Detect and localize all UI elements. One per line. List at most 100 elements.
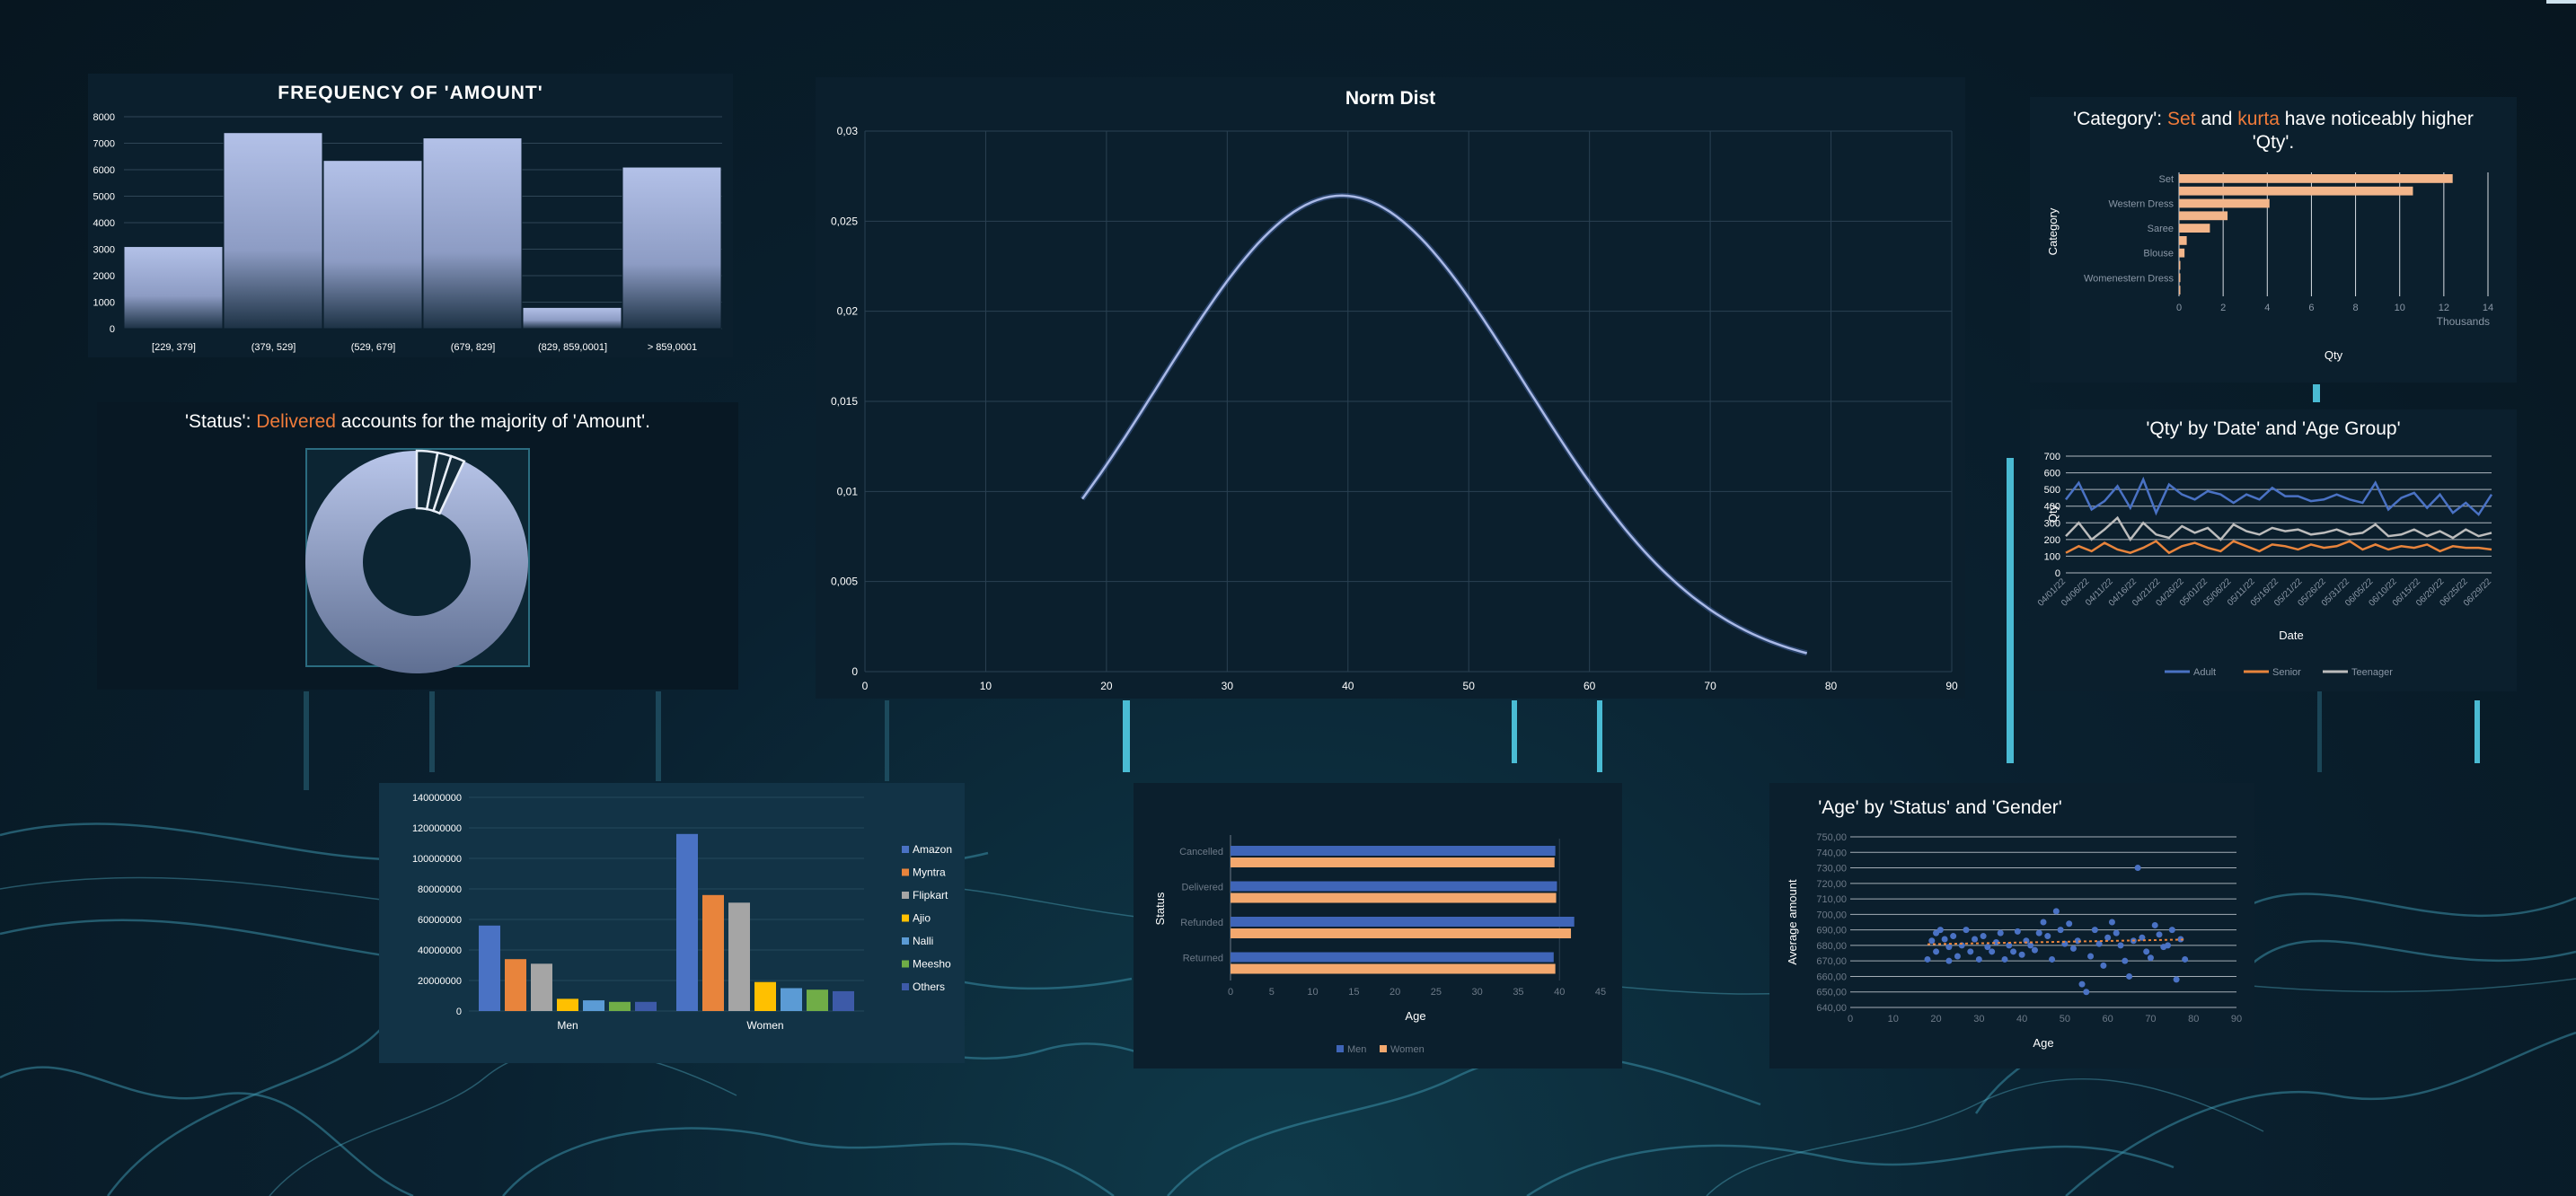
platform-ytick-label: 60000000	[418, 915, 462, 926]
regression-point	[1954, 953, 1961, 960]
category-bar	[2179, 198, 2270, 208]
normdist-xtick-label: 10	[980, 680, 992, 692]
regression-point	[2018, 951, 2025, 958]
regression-point	[2173, 976, 2180, 983]
category-bar	[2179, 186, 2413, 196]
regression-point	[2040, 919, 2047, 926]
regression-trendline	[1927, 938, 2185, 945]
freq-ytick-label: 6000	[93, 165, 115, 176]
regression-point	[1972, 936, 1979, 943]
qty-legend-label: Adult	[2193, 667, 2216, 678]
status-chart-panel: 'Status': Delivered accounts for the maj…	[97, 402, 738, 690]
platform-legend-swatch	[902, 868, 909, 876]
regression-xtick-label: 70	[2145, 1014, 2156, 1025]
regression-point	[2052, 908, 2060, 915]
normdist-ytick-label: 0	[851, 665, 858, 678]
regression-point	[2100, 962, 2107, 969]
qty-series-line	[2065, 476, 2493, 516]
age-legend-label: Women	[1390, 1044, 1425, 1055]
freq-bar	[223, 132, 323, 330]
category-ytick-label: Saree	[2148, 224, 2174, 234]
platform-bar	[609, 1001, 631, 1011]
qty-xaxis-title: Date	[2279, 629, 2303, 642]
regression-point	[1975, 955, 1982, 963]
platform-ytick-label: 40000000	[418, 945, 462, 956]
category-xtick-label: 12	[2439, 303, 2449, 313]
regression-ytick-label: 700,00	[1816, 910, 1847, 920]
freq-ytick-label: 7000	[93, 139, 115, 150]
regression-chart: 640,00 650,00 660,00 670,00 680,00 690,00 700,…	[1786, 832, 2242, 1050]
regression-ytick-label: 750,00	[1816, 832, 1847, 843]
frequency-chart: 0 1000 2000 3000 4000 5000 6000 7000 8000 [229, 3…	[93, 112, 722, 353]
platform-bar	[676, 833, 698, 1011]
regression-point	[2044, 933, 2051, 940]
platform-bar	[807, 989, 828, 1011]
platform-bar	[531, 963, 552, 1011]
age-xtick-label: 5	[1269, 987, 1275, 998]
category-xtick-label: 6	[2308, 303, 2314, 313]
age-xtick-label: 45	[1595, 987, 1606, 998]
qty-date-chart-panel: 'Qty' by 'Date' and 'Age Group' 0 100 200 3…	[2030, 409, 2517, 691]
normdist-chart-panel: Norm Dist 0 10 20 30 40 50 60 70 80 90 0 0,005 0,01 0…	[816, 77, 1965, 699]
normdist-chart: 0 10 20 30 40 50 60 70 80 90 0 0,005 0,01 0,015 0,02 0,…	[831, 125, 1958, 692]
regression-point	[2126, 972, 2133, 980]
regression-point	[2108, 919, 2115, 926]
regression-point	[1928, 937, 1936, 945]
regression-ytick-label: 650,00	[1816, 988, 1847, 998]
age-bar	[1231, 846, 1556, 856]
age-xtick-label: 10	[1307, 987, 1318, 998]
age-bar	[1231, 928, 1572, 938]
platform-chart-panel: 0 20000000 40000000 60000000 80000000 1000000…	[379, 783, 965, 1063]
regression-point	[1945, 944, 1953, 951]
regression-ytick-label: 640,00	[1816, 1003, 1847, 1014]
platform-legend-swatch	[902, 914, 909, 922]
regression-point	[2168, 927, 2175, 934]
platform-legend-swatch	[902, 960, 909, 968]
freq-bar	[422, 137, 523, 330]
category-bar	[2179, 224, 2210, 233]
category-xtick-label: 14	[2483, 303, 2493, 313]
platform-bar	[479, 925, 500, 1011]
platform-bar	[728, 902, 750, 1011]
normdist-xtick-label: 90	[1945, 680, 1958, 692]
normdist-ytick-label: 0,015	[831, 395, 858, 408]
age-ytick-label: Delivered	[1182, 883, 1223, 893]
normdist-ytick-label: 0,02	[837, 305, 859, 318]
qty-date-chart: 010020030040050060070004/01/2204/06/2204…	[2036, 452, 2494, 678]
platform-ytick-label: 20000000	[418, 976, 462, 987]
age-bar	[1231, 857, 1555, 867]
platform-xtick-label: Men	[557, 1019, 578, 1032]
qty-ytick-label: 600	[2044, 469, 2060, 479]
age-xtick-label: 40	[1554, 987, 1565, 998]
regression-yaxis-title: Average amount	[1786, 879, 1799, 965]
platform-bar	[702, 894, 724, 1011]
category-bar	[2179, 248, 2185, 258]
freq-bar	[522, 306, 622, 330]
regression-point	[2104, 934, 2112, 941]
regression-point	[1924, 955, 1931, 963]
platform-legend-swatch	[902, 892, 909, 899]
platform-bar	[505, 959, 526, 1011]
category-ytick-label: Western Dress	[2108, 199, 2174, 210]
regression-point	[1989, 948, 1996, 955]
freq-xtick-label: > 859,0001	[648, 342, 697, 353]
platform-xtick-label: Women	[746, 1019, 783, 1032]
normdist-xtick-label: 40	[1342, 680, 1354, 692]
normdist-ytick-label: 0,005	[831, 576, 858, 588]
freq-ytick-label: 4000	[93, 218, 115, 229]
platform-legend-label: Meesho	[913, 958, 951, 971]
regression-point	[2134, 865, 2141, 872]
freq-xtick-label: (529, 679]	[351, 342, 396, 353]
age-legend-swatch	[1380, 1045, 1387, 1052]
regression-point	[2014, 928, 2021, 935]
platform-bar	[833, 990, 854, 1011]
platform-legend-label: Nalli	[913, 935, 933, 947]
age-bar	[1231, 893, 1557, 903]
frequency-chart-panel: FREQUENCY OF 'AMOUNT' 0 1000 2000 3000 4000 5…	[88, 74, 733, 357]
normdist-xtick-label: 0	[862, 680, 869, 692]
category-bar	[2179, 286, 2181, 295]
regression-point	[2049, 955, 2056, 963]
category-xtick-label: 8	[2353, 303, 2359, 313]
category-ytick-label: Blouse	[2143, 249, 2174, 259]
regression-point	[1950, 933, 1957, 940]
